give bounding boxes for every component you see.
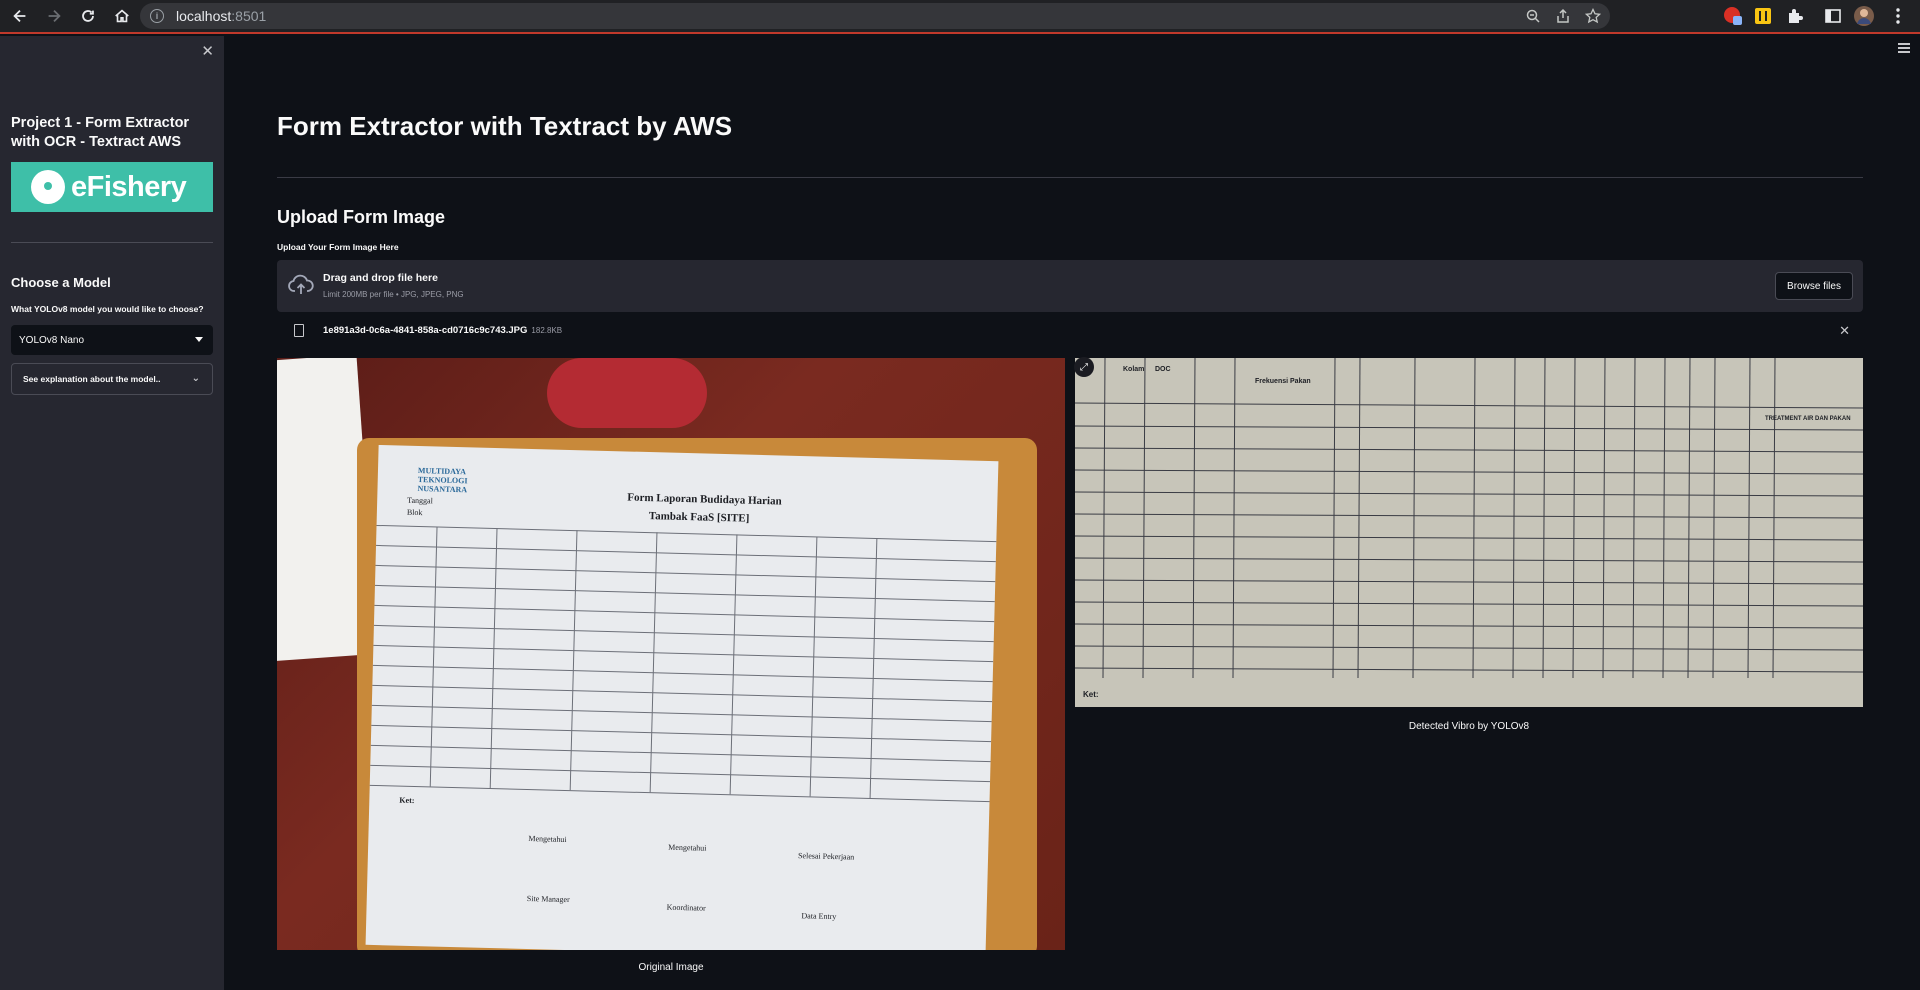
site-info-icon[interactable]: i: [150, 9, 164, 23]
form-title: Form Laporan Budidaya Harian: [627, 491, 782, 508]
ket-label: Ket:: [399, 795, 415, 806]
expander-label: See explanation about the model..: [23, 374, 161, 384]
tanggal-label: Tanggal: [407, 495, 433, 506]
detected-header-kolam: Kolam: [1123, 366, 1145, 373]
page-title: Form Extractor with Textract by AWS: [277, 111, 733, 141]
original-image-caption: Original Image: [638, 962, 704, 973]
choose-model-heading: Choose a Model: [11, 275, 111, 290]
extensions-puzzle-icon[interactable]: [1784, 5, 1806, 27]
uploaded-file: 1e891a3d-0c6a-4841-858a-cd0716c9c743.JPG…: [277, 320, 1863, 342]
browse-files-button[interactable]: Browse files: [1775, 272, 1853, 300]
form-subtitle: Tambak FaaS [SITE]: [648, 510, 750, 525]
blok-label: Blok: [406, 507, 423, 518]
logo-text: eFishery: [71, 170, 187, 203]
forward-button[interactable]: [40, 2, 68, 30]
home-icon: [115, 9, 129, 23]
address-bar[interactable]: i localhost:8501: [140, 3, 1610, 29]
main-menu-icon[interactable]: [1898, 43, 1910, 55]
detected-header-treatment: TREATMENT AIR DAN PAKAN: [1765, 416, 1851, 422]
zoom-icon[interactable]: [1524, 7, 1542, 25]
close-sidebar-icon[interactable]: ✕: [201, 42, 214, 60]
upload-label: Upload Your Form Image Here: [277, 242, 399, 252]
role-3: Data Entry: [801, 911, 837, 922]
model-explanation-expander[interactable]: See explanation about the model.. ⌄: [11, 363, 213, 395]
sidebar-title: Project 1 - Form Extractor with OCR - Te…: [11, 115, 190, 150]
caret-down-icon: [195, 337, 203, 342]
arrow-right-icon: [48, 9, 61, 23]
arrow-left-icon: [13, 9, 26, 23]
detected-header-frekuensi: Frekuensi Pakan: [1255, 378, 1311, 385]
form-paper: MULTIDAYA TEKNOLOGI NUSANTARA Form Lapor…: [365, 444, 999, 950]
reload-button[interactable]: [74, 2, 102, 30]
detected-ket-label: Ket:: [1083, 690, 1099, 699]
file-name: 1e891a3d-0c6a-4841-858a-cd0716c9c743.JPG…: [323, 325, 563, 336]
upload-heading: Upload Form Image: [277, 207, 446, 227]
browser-menu-icon[interactable]: [1887, 5, 1909, 27]
sign-3: Selesai Pekerjaan: [797, 851, 855, 862]
detected-image: Kolam DOC Frekuensi Pakan TREATMENT AIR …: [1075, 358, 1863, 707]
dropzone-limit: Limit 200MB per file • JPG, JPEG, PNG: [323, 290, 464, 299]
browser-toolbar: i localhost:8501: [0, 0, 1920, 34]
fullscreen-expand-icon[interactable]: ⤢: [1074, 357, 1094, 377]
title-divider: [277, 177, 1863, 178]
reload-icon: [82, 10, 94, 22]
bookmark-star-icon[interactable]: [1584, 7, 1602, 25]
remove-file-icon[interactable]: ✕: [1839, 323, 1850, 339]
back-button[interactable]: [6, 2, 34, 30]
role-1: Site Manager: [526, 894, 570, 905]
original-image: MULTIDAYA TEKNOLOGI NUSANTARA Form Lapor…: [277, 358, 1065, 950]
detected-image-caption: Detected Vibro by YOLOv8: [1408, 721, 1530, 732]
profile-avatar[interactable]: [1853, 5, 1875, 27]
file-icon: [294, 324, 304, 337]
chevron-down-icon: ⌄: [191, 373, 200, 384]
cloud-upload-icon: [288, 274, 314, 294]
model-select-value: YOLOv8 Nano: [19, 334, 85, 346]
file-dropzone[interactable]: Drag and drop file here Limit 200MB per …: [277, 260, 1863, 312]
fish-logo-icon: [31, 170, 65, 204]
extension-yellow-icon[interactable]: [1752, 5, 1774, 27]
role-2: Koordinator: [666, 902, 706, 913]
sign-1: Mengetahui: [528, 834, 567, 845]
sidebar: ✕ Project 1 - Form Extractor with OCR - …: [0, 36, 224, 990]
company-name: MULTIDAYA TEKNOLOGI NUSANTARA: [417, 466, 468, 495]
side-panel-icon[interactable]: [1822, 5, 1844, 27]
share-icon[interactable]: [1554, 7, 1572, 25]
extension-red-icon[interactable]: [1722, 5, 1744, 27]
home-button[interactable]: [108, 2, 136, 30]
file-size: 182.8KB: [531, 326, 563, 335]
efishery-logo: eFishery: [11, 162, 213, 212]
model-select[interactable]: YOLOv8 Nano: [11, 325, 213, 355]
sign-2: Mengetahui: [668, 842, 707, 853]
sidebar-divider: [11, 242, 213, 243]
detected-header-doc: DOC: [1155, 366, 1171, 373]
model-select-label: What YOLOv8 model you would like to choo…: [11, 304, 204, 314]
correction-tape-photo-detail: [547, 358, 707, 428]
url-text: localhost:8501: [176, 8, 267, 24]
dropzone-title: Drag and drop file here: [323, 272, 438, 284]
detected-table-grid: [1075, 358, 1863, 679]
